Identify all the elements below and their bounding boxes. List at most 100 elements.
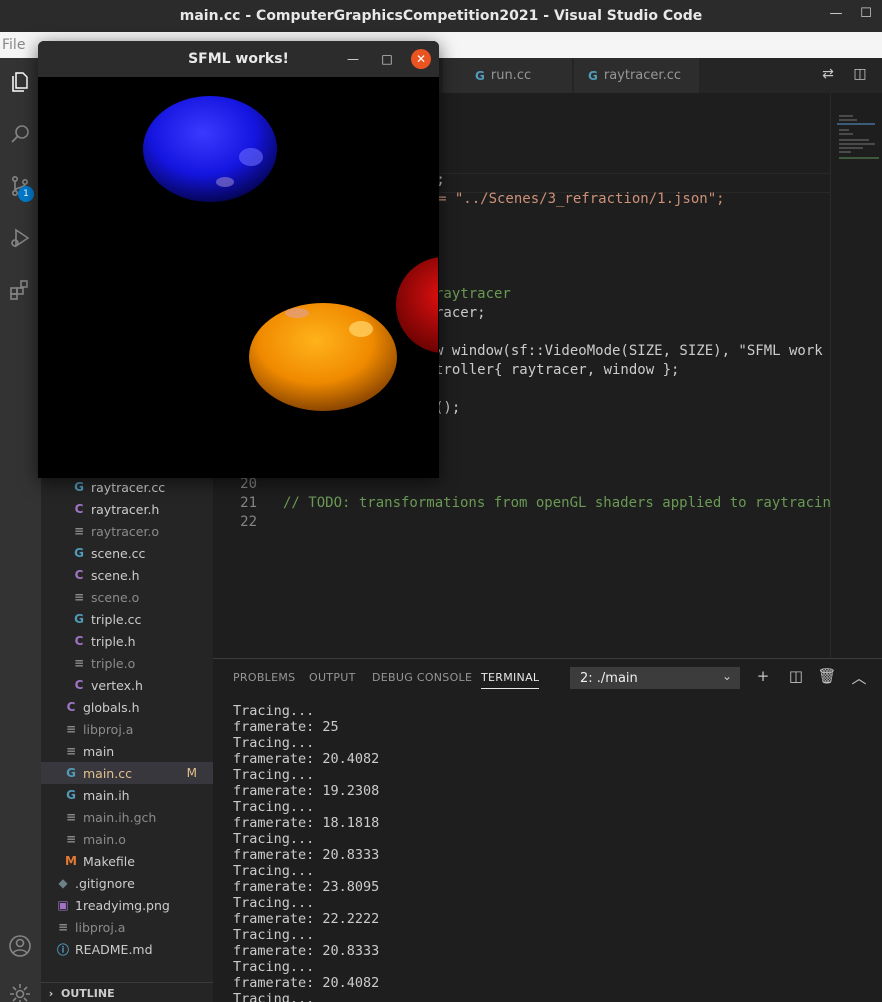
- file-vertex-h[interactable]: Cvertex.h: [41, 674, 213, 696]
- file-main-o[interactable]: ≡ main.o: [41, 828, 213, 850]
- file-main[interactable]: ≡ main: [41, 740, 213, 762]
- extensions-icon[interactable]: [6, 276, 34, 304]
- file-readme-md[interactable]: ⓘ README.md: [41, 938, 213, 960]
- file-triple-h[interactable]: Ctriple.h: [41, 630, 213, 652]
- file-label: main.cc: [83, 765, 132, 781]
- cpp-file-icon: G: [74, 546, 84, 560]
- tab-debug-console[interactable]: DEBUG CONSOLE: [372, 671, 472, 684]
- minimize-icon[interactable]: —: [826, 6, 846, 21]
- tab-run-cc[interactable]: Grun.cc: [443, 58, 573, 93]
- info-icon: ⓘ: [56, 942, 69, 957]
- code-text: // TODO: transformations from openGL sha…: [283, 495, 831, 511]
- terminal-line: framerate: 22.2222: [233, 911, 380, 927]
- split-editor-icon[interactable]: ◫: [850, 66, 870, 86]
- file-triple-cc[interactable]: Gtriple.cc: [41, 608, 213, 630]
- file-scene-h[interactable]: Cscene.h: [41, 564, 213, 586]
- terminal-line: Tracing...: [233, 991, 315, 1002]
- file-makefile[interactable]: M Makefile: [41, 850, 213, 872]
- c-file-icon: C: [74, 568, 84, 582]
- file-raytracer-h[interactable]: Craytracer.h: [41, 498, 213, 520]
- file-label: libproj.a: [83, 721, 134, 737]
- outline-section-header[interactable]: › OUTLINE: [41, 982, 213, 1002]
- file-libproj-a-root[interactable]: ≡ libproj.a: [41, 916, 213, 938]
- file-label: main.ih.gch: [83, 809, 157, 825]
- sfml-maximize-icon[interactable]: □: [377, 49, 397, 69]
- cpp-file-icon: G: [475, 68, 485, 83]
- code-text: racer;: [435, 305, 486, 321]
- file-raytracer-o[interactable]: ≡ raytracer.o: [41, 520, 213, 542]
- menu-file[interactable]: File: [0, 37, 27, 53]
- terminal-line: Tracing...: [233, 895, 315, 911]
- text-file-icon: ≡: [65, 810, 77, 824]
- new-terminal-icon[interactable]: +: [753, 667, 773, 687]
- tab-output[interactable]: OUTPUT: [309, 671, 356, 684]
- raytraced-render: [39, 77, 438, 477]
- terminal-line: Tracing...: [233, 831, 315, 847]
- line-number: 22: [240, 514, 257, 530]
- terminal-select[interactable]: 2: ./main ⌄: [570, 667, 740, 689]
- file-label: .gitignore: [75, 875, 135, 891]
- file-label: globals.h: [83, 699, 140, 715]
- chevron-down-icon: ⌄: [721, 669, 732, 683]
- tab-terminal[interactable]: TERMINAL: [481, 671, 540, 689]
- trash-icon[interactable]: 🗑: [817, 667, 837, 687]
- line-number: 20: [240, 476, 257, 492]
- explorer-icon[interactable]: [6, 68, 34, 96]
- code-text: w window(sf::VideoMode(SIZE, SIZE), "SFM…: [435, 343, 823, 359]
- makefile-icon: M: [65, 854, 77, 868]
- file-label: raytracer.cc: [91, 479, 166, 495]
- file-main-ih[interactable]: Gmain.ih: [41, 784, 213, 806]
- window-titlebar: main.cc - ComputerGraphicsCompetition202…: [0, 0, 882, 32]
- text-file-icon: ≡: [73, 524, 85, 538]
- open-changes-icon[interactable]: ⇄: [818, 66, 838, 86]
- file-label: raytracer.h: [91, 501, 160, 517]
- account-icon[interactable]: [6, 932, 34, 960]
- file-raytracer-cc[interactable]: Graytracer.cc: [41, 476, 213, 498]
- sfml-titlebar[interactable]: SFML works! — □ ✕: [38, 41, 439, 77]
- file-label: 1readyimg.png: [75, 897, 170, 913]
- terminal-output[interactable]: Tracing... framerate: 25 Tracing... fram…: [233, 703, 873, 1002]
- file-1readyimg-png[interactable]: ▣ 1readyimg.png: [41, 894, 213, 916]
- file-label: main.ih: [83, 787, 130, 803]
- file-globals-h[interactable]: Cglobals.h: [41, 696, 213, 718]
- manage-gear-icon[interactable]: [6, 980, 34, 1002]
- file-gitignore[interactable]: ◆ .gitignore: [41, 872, 213, 894]
- window-title: main.cc - ComputerGraphicsCompetition202…: [179, 8, 703, 24]
- cpp-file-icon: G: [74, 612, 84, 626]
- run-debug-icon[interactable]: [6, 224, 34, 252]
- code-line: 22: [213, 514, 833, 533]
- tab-label: raytracer.cc: [603, 68, 681, 83]
- terminal-line: framerate: 18.1818: [233, 815, 380, 831]
- chevron-right-icon: ›: [48, 987, 54, 1000]
- sfml-window[interactable]: SFML works! — □ ✕: [38, 41, 439, 478]
- text-file-icon: ≡: [65, 744, 77, 758]
- terminal-line: Tracing...: [233, 703, 315, 719]
- red-sphere: [396, 257, 438, 353]
- bottom-panel: PROBLEMS OUTPUT DEBUG CONSOLE TERMINAL 2…: [213, 658, 882, 1002]
- text-file-icon: ≡: [73, 590, 85, 604]
- file-main-ih-gch[interactable]: ≡ main.ih.gch: [41, 806, 213, 828]
- file-scene-cc[interactable]: Gscene.cc: [41, 542, 213, 564]
- sfml-window-title: SFML works!: [188, 51, 289, 67]
- chevron-up-icon[interactable]: ︿: [849, 667, 869, 687]
- c-file-icon: C: [74, 678, 84, 692]
- code-line: 21 // TODO: transformations from openGL s…: [213, 495, 833, 514]
- file-main-cc[interactable]: Gmain.cc M: [41, 762, 213, 784]
- file-label: triple.h: [91, 633, 136, 649]
- maximize-icon[interactable]: ☐: [856, 6, 876, 21]
- sfml-minimize-icon[interactable]: —: [343, 49, 363, 69]
- split-terminal-icon[interactable]: ◫: [786, 667, 806, 687]
- minimap[interactable]: [830, 93, 882, 658]
- file-label: Makefile: [83, 853, 135, 869]
- tab-problems[interactable]: PROBLEMS: [233, 671, 295, 684]
- terminal-line: Tracing...: [233, 735, 315, 751]
- file-libproj-a[interactable]: ≡ libproj.a: [41, 718, 213, 740]
- terminal-line: Tracing...: [233, 863, 315, 879]
- search-icon[interactable]: [6, 120, 34, 148]
- sfml-close-icon[interactable]: ✕: [411, 49, 431, 69]
- terminal-line: Tracing...: [233, 767, 315, 783]
- file-triple-o[interactable]: ≡ triple.o: [41, 652, 213, 674]
- terminal-select-value: 2: ./main: [580, 670, 638, 686]
- tab-raytracer-cc[interactable]: Graytracer.cc: [574, 58, 700, 93]
- file-scene-o[interactable]: ≡ scene.o: [41, 586, 213, 608]
